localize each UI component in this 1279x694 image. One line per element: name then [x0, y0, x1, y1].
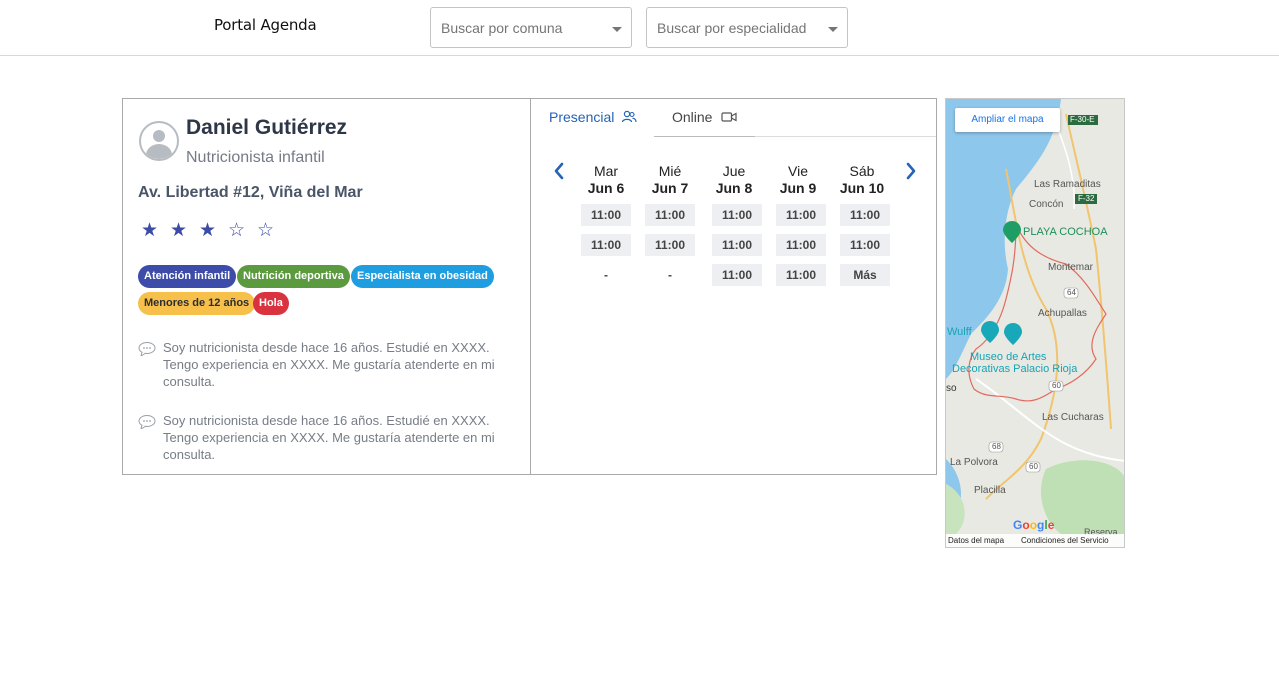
- expand-map-button[interactable]: Ampliar el mapa: [955, 108, 1060, 132]
- day-date: Jun 6: [587, 180, 625, 196]
- map-footer: Datos del mapa Condiciones del Servicio: [946, 534, 1124, 547]
- comuna-select[interactable]: Buscar por comuna: [430, 7, 632, 48]
- star-filled-icon: ★: [141, 220, 159, 241]
- day-name: Mar: [593, 163, 619, 179]
- time-slot-button[interactable]: 11:00: [581, 204, 631, 226]
- day-date: Jun 10: [839, 180, 885, 196]
- chevron-left-icon[interactable]: [551, 161, 567, 181]
- map-canvas[interactable]: [946, 99, 1125, 548]
- time-slot-button[interactable]: 11:00: [712, 234, 762, 256]
- day-name: Jue: [722, 163, 746, 179]
- time-slot-button[interactable]: 11:00: [840, 204, 890, 226]
- speech-bubble-icon: [138, 342, 156, 356]
- especialidad-select-placeholder: Buscar por especialidad: [657, 20, 807, 36]
- especialidad-select[interactable]: Buscar por especialidad: [646, 7, 848, 48]
- map-data-link[interactable]: Datos del mapa: [948, 534, 1004, 547]
- google-logo: Google: [1013, 518, 1055, 532]
- map-place-label: Las Cucharas: [1042, 412, 1104, 423]
- more-slots-button[interactable]: Más: [840, 264, 890, 286]
- doctor-name[interactable]: Daniel Gutiérrez: [186, 116, 347, 140]
- day-name: Vie: [788, 163, 808, 179]
- time-slot-button[interactable]: 11:00: [645, 234, 695, 256]
- map-widget[interactable]: F-30-E Las Ramaditas Concón F-32 PLAYA C…: [945, 98, 1125, 548]
- avatar-head-shape: [153, 130, 165, 142]
- top-bar: Portal Agenda Buscar por comuna Buscar p…: [0, 0, 1279, 56]
- comment-text: Soy nutricionista desde hace 16 años. Es…: [163, 413, 495, 462]
- map-road-label: 68: [992, 442, 1001, 451]
- map-road-label: F-32: [1078, 194, 1095, 203]
- star-filled-icon: ★: [170, 220, 188, 241]
- tag-badge: Menores de 12 años: [138, 292, 256, 315]
- map-terms-link[interactable]: Condiciones del Servicio: [1021, 534, 1109, 547]
- time-slot-button[interactable]: 11:00: [840, 234, 890, 256]
- map-road-label: 60: [1052, 381, 1061, 390]
- comment-text: Soy nutricionista desde hace 16 años. Es…: [163, 340, 495, 389]
- map-place-label: Achupallas: [1038, 308, 1087, 319]
- doctor-card: Daniel Gutiérrez Nutricionista infantil …: [122, 98, 937, 475]
- time-slot-button[interactable]: 11:00: [776, 204, 826, 226]
- calendar-day-header: Mié Jun 7: [642, 163, 698, 197]
- time-slot-button[interactable]: 11:00: [581, 234, 631, 256]
- tab-online-label: Online: [672, 109, 713, 125]
- calendar-day-header: Jue Jun 8: [706, 163, 762, 197]
- map-place-label: La Polvora: [950, 457, 998, 468]
- map-poi-label: Decorativas Palacio Rioja: [952, 363, 1078, 375]
- chevron-down-icon: [828, 27, 838, 32]
- chevron-right-icon[interactable]: [903, 161, 919, 181]
- chevron-down-icon: [612, 27, 622, 32]
- map-place-label: Montemar: [1048, 262, 1094, 273]
- tab-presencial[interactable]: Presencial: [531, 99, 654, 137]
- tag-badge: Atención infantil: [138, 265, 237, 288]
- time-slot-button[interactable]: 11:00: [776, 234, 826, 256]
- tab-presencial-label: Presencial: [549, 109, 615, 125]
- doctor-specialty: Nutricionista infantil: [186, 149, 325, 166]
- time-slot-button[interactable]: 11:00: [712, 204, 762, 226]
- day-date: Jun 9: [779, 180, 817, 196]
- avatar: [139, 121, 179, 161]
- modality-tabs: Presencial Online: [531, 99, 936, 137]
- day-date: Jun 8: [715, 180, 753, 196]
- schedule-panel: Presencial Online Mar Jun 6 Mié Jun 7 Ju…: [531, 99, 936, 474]
- star-empty-icon: ☆: [257, 220, 275, 241]
- comuna-select-placeholder: Buscar por comuna: [441, 20, 563, 36]
- star-empty-icon: ☆: [228, 220, 246, 241]
- brand-logo[interactable]: Portal Agenda: [214, 16, 317, 34]
- tag-badge: Especialista en obesidad: [351, 265, 494, 288]
- map-road-label: 60: [1029, 462, 1038, 471]
- doctor-profile: Daniel Gutiérrez Nutricionista infantil …: [123, 99, 530, 474]
- calendar-day-header: Vie Jun 9: [770, 163, 826, 197]
- map-place-label: Las Ramaditas: [1034, 179, 1101, 190]
- day-name: Sáb: [849, 163, 875, 179]
- map-poi-label: Wulff: [947, 326, 972, 338]
- calendar-day-header: Mar Jun 6: [578, 163, 634, 197]
- tag-badge: Hola: [253, 292, 289, 315]
- day-name: Mié: [658, 163, 682, 179]
- map-poi-label: Museo de Artes: [970, 351, 1047, 363]
- map-place-label: so: [946, 383, 957, 394]
- tab-online[interactable]: Online: [654, 99, 755, 137]
- map-road-label: 64: [1067, 288, 1076, 297]
- empty-slot: -: [668, 268, 672, 282]
- time-slot-button[interactable]: 11:00: [645, 204, 695, 226]
- avatar-body-shape: [146, 144, 172, 159]
- map-place-label: Placilla: [974, 485, 1006, 496]
- calendar-day-header: Sáb Jun 10: [834, 163, 890, 197]
- speech-bubble-icon: [138, 415, 156, 429]
- day-date: Jun 7: [651, 180, 689, 196]
- time-slot-button[interactable]: 11:00: [712, 264, 762, 286]
- doctor-address: Av. Libertad #12, Viña del Mar: [138, 184, 363, 201]
- tag-badge: Nutrición deportiva: [237, 265, 350, 288]
- time-slot-button[interactable]: 11:00: [776, 264, 826, 286]
- map-road-label: F-30-E: [1070, 115, 1095, 124]
- map-place-label: Concón: [1029, 199, 1064, 210]
- people-icon: [621, 110, 637, 123]
- star-filled-icon: ★: [199, 220, 217, 241]
- map-poi-label: PLAYA COCHOA: [1023, 226, 1108, 238]
- empty-slot: -: [604, 268, 608, 282]
- video-camera-icon: [721, 112, 737, 122]
